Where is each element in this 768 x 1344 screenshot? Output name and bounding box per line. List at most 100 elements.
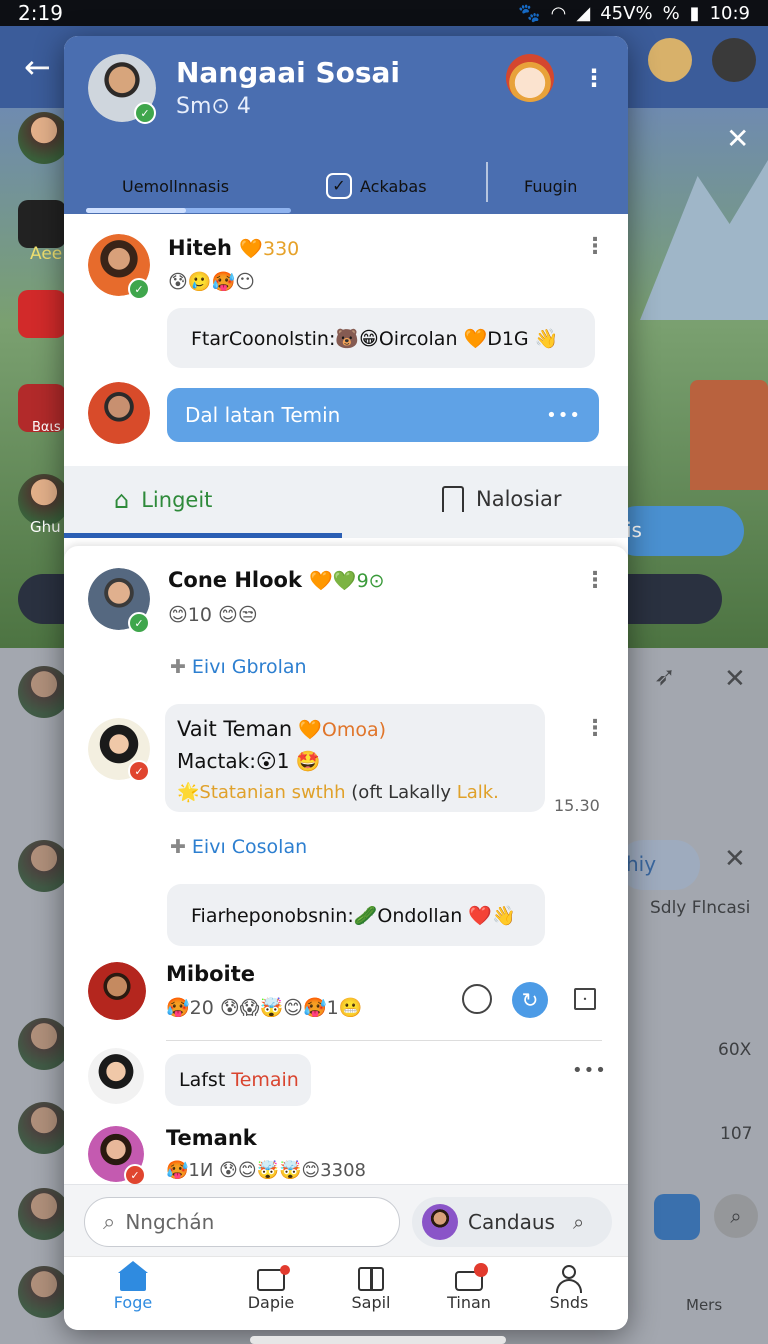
tab-ackabas[interactable]: ✓ Ackabas: [326, 166, 427, 206]
home-icon: [118, 1261, 148, 1293]
bg-close-icon[interactable]: ✕: [726, 122, 749, 155]
message-text: FtarCoonolstin:🐻😁Oircolan 🧡D1G 👋: [191, 327, 559, 350]
nav-dapie[interactable]: Dapie: [226, 1265, 316, 1312]
chat-icon: [454, 1263, 488, 1293]
more-options-icon[interactable]: ⋮: [584, 236, 606, 258]
tab-label: Uemollnnasis: [122, 176, 230, 196]
chat-avatar[interactable]: [88, 962, 146, 1020]
tab-fuugin[interactable]: Fuugin: [524, 166, 577, 206]
contact-name-text: Cone Hlook: [168, 568, 302, 592]
thread-link[interactable]: ✚ Eivı Cosolan: [170, 836, 307, 858]
contact-name[interactable]: Miboite: [166, 962, 255, 986]
bg-chip-label: is: [626, 518, 642, 542]
nav-label: Sapil: [351, 1293, 391, 1312]
pin-location-icon[interactable]: [462, 984, 492, 1014]
nav-label: Tinan: [447, 1293, 491, 1312]
nav-tinan[interactable]: Tinan: [424, 1263, 514, 1312]
pin-icon: ✚: [170, 836, 186, 858]
message-bubble[interactable]: Fiarheponobsnin:🥒Ondollan ❤️👋: [167, 884, 545, 946]
reaction-row[interactable]: 🥵1И 😰😊🤯🤯😊3308: [166, 1160, 366, 1181]
background-avatar-icon[interactable]: [648, 38, 692, 82]
nav-label: Foge: [113, 1293, 153, 1312]
bg-chip[interactable]: is: [612, 506, 744, 556]
message-text: Lafst: [179, 1069, 232, 1091]
message-accent: 🌟Statanian swthh: [177, 782, 346, 803]
mascot-avatar-icon[interactable]: [506, 54, 554, 102]
status-time: 2:19: [18, 1, 63, 25]
signal-icon: ◢: [576, 2, 591, 24]
conversation-list: [64, 546, 628, 1196]
message-card[interactable]: Vait Teman 🧡Omoa) Mactak:😮1 🤩 🌟Statanian…: [165, 704, 545, 812]
background-avatar[interactable]: [18, 112, 70, 164]
reaction-row[interactable]: 😊10 😊😒: [168, 604, 258, 626]
paw-icon: 🐾: [518, 2, 541, 24]
chat-avatar[interactable]: [88, 1048, 144, 1104]
reaction-row[interactable]: 🥵20 😰😱🤯😊🥵1😬: [166, 996, 362, 1019]
highlighted-message[interactable]: Dal latan Temin •••: [167, 388, 599, 442]
tab-label: Fuugin: [524, 176, 578, 196]
composer-bar: ⌕ Nngchán Candaus ⌕: [64, 1184, 628, 1256]
highlighted-message-text: Dal latan Temin: [185, 403, 341, 427]
nav-foge[interactable]: Foge: [88, 1261, 178, 1312]
nav-snds[interactable]: Snds: [524, 1265, 614, 1312]
avatar-photo: [88, 382, 150, 444]
contact-chip[interactable]: Candaus ⌕: [412, 1197, 612, 1247]
back-arrow-icon[interactable]: ←: [24, 48, 51, 86]
message-bubble[interactable]: Lafst Temain: [165, 1054, 311, 1106]
background-app-icon[interactable]: [18, 200, 66, 248]
more-options-icon[interactable]: ⋮: [584, 718, 606, 740]
background-app-icon[interactable]: [18, 290, 66, 338]
hat-avatar-icon[interactable]: [712, 38, 756, 82]
more-icon[interactable]: •••: [546, 405, 581, 426]
battery-text: 45V%: [600, 2, 653, 24]
panel-subtitle: Sm⊙ 4: [176, 94, 251, 119]
row-divider: [166, 1040, 602, 1041]
more-options-icon[interactable]: ⋮: [584, 570, 606, 592]
chat-search-icon[interactable]: ⌕: [573, 1210, 584, 1234]
home-icon: ⌂: [114, 486, 130, 514]
square-icon[interactable]: •: [574, 988, 596, 1010]
grid-icon: [356, 1265, 386, 1293]
segment-nalosiar[interactable]: Nalosiar: [442, 486, 562, 512]
search-input[interactable]: ⌕ Nngchán: [84, 1197, 400, 1247]
message-line: 🌟Statanian swthh (oft Lakally Lalk.: [177, 777, 533, 808]
check-badge-icon: ✓: [326, 173, 352, 199]
message-bubble[interactable]: FtarCoonolstin:🐻😁Oircolan 🧡D1G 👋: [167, 308, 595, 368]
message-time: 15.30: [554, 796, 600, 815]
segment-label: Lingeit: [141, 488, 213, 512]
tab-uemollnnasis[interactable]: Uemollnnasis: [122, 166, 229, 206]
message-title: Vait Teman 🧡Omoa): [177, 714, 533, 746]
tab-label: Ackabas: [360, 176, 427, 196]
nav-label: Dapie: [247, 1293, 295, 1312]
nav-label: Snds: [549, 1293, 589, 1312]
more-options-icon[interactable]: ⋮: [582, 66, 606, 90]
panel-header: ✓ Nangaai Sosai Sm⊙ 4 ⋮ Uemollnnasis ✓ A…: [64, 36, 628, 214]
panel-title: Nangaai Sosai: [176, 56, 400, 89]
segment-lingeit[interactable]: ⌂ Lingeit: [114, 486, 212, 514]
chip-label: Candaus: [468, 1210, 555, 1234]
chat-panel: ✓ Nangaai Sosai Sm⊙ 4 ⋮ Uemollnnasis ✓ A…: [64, 36, 628, 1330]
thread-link-text: Eivı Cosolan: [191, 836, 308, 858]
search-placeholder: Nngchán: [125, 1210, 215, 1234]
avatar-photo: [88, 1048, 144, 1104]
thread-link[interactable]: ✚ Eivı Gbrolan: [170, 656, 307, 678]
contact-score: 🧡💚9⊙: [309, 570, 385, 592]
message-title-name: Vait Teman: [177, 717, 293, 741]
nav-sapil[interactable]: Sapil: [326, 1265, 416, 1312]
contact-score: 🧡330: [239, 238, 300, 260]
mail-icon: [256, 1265, 290, 1293]
more-icon[interactable]: •••: [572, 1060, 607, 1081]
message-end: Lalk.: [456, 782, 499, 803]
contact-name[interactable]: Temank: [166, 1126, 257, 1150]
segment-indicator: [64, 533, 342, 538]
contact-name[interactable]: Cone Hlook 🧡💚9⊙: [168, 568, 385, 592]
contact-name[interactable]: Hiteh 🧡330: [168, 236, 299, 260]
chip-avatar: [422, 1204, 458, 1240]
refresh-icon[interactable]: ↻: [512, 982, 548, 1018]
verified-icon: ✓: [134, 102, 156, 124]
chat-avatar[interactable]: [88, 382, 150, 444]
message-title-tag: 🧡Omoa): [298, 719, 387, 741]
search-icon: ⌕: [103, 1209, 116, 1235]
pin-icon: ✚: [170, 656, 186, 678]
reaction-row[interactable]: 😰🥲🥵😶: [168, 270, 255, 293]
